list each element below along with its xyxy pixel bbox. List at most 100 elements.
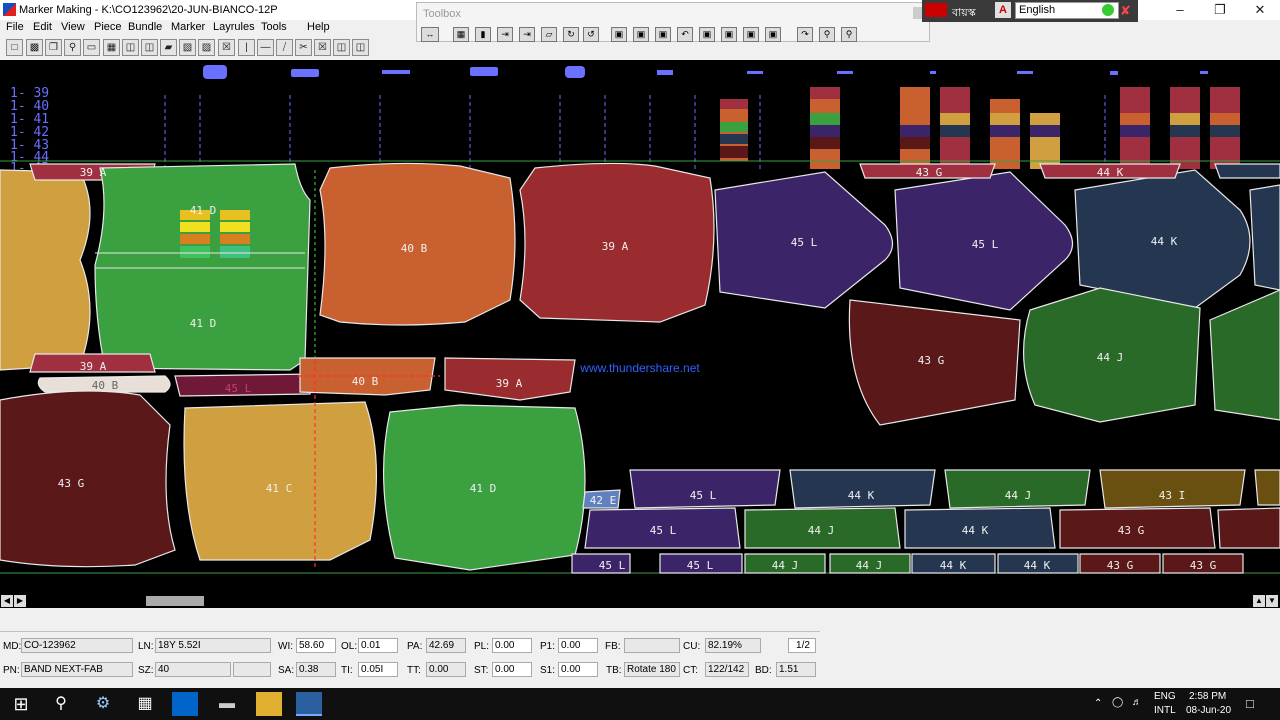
scroll-up-icon[interactable]: ▲ xyxy=(1253,595,1265,607)
lang-indicator[interactable]: ENG xyxy=(1154,691,1176,702)
ct-field[interactable]: 122/142 xyxy=(705,662,749,677)
maximize-button[interactable]: ❐ xyxy=(1200,0,1240,20)
delete-box-icon[interactable]: ☒ xyxy=(314,39,331,56)
clock-date[interactable]: 08-Jun-20 xyxy=(1186,705,1231,716)
st-field[interactable]: 0.00 xyxy=(492,662,532,677)
open-folder-icon[interactable]: ◫ xyxy=(141,39,158,56)
minimize-button[interactable]: – xyxy=(1160,0,1200,20)
s1-field[interactable]: 0.00 xyxy=(558,662,598,677)
ol-field[interactable]: 0.01 xyxy=(358,638,398,653)
p1-field[interactable]: 0.00 xyxy=(558,638,598,653)
tool-icon[interactable]: ▦ xyxy=(453,27,469,42)
piece-label: 43 I xyxy=(1159,489,1186,502)
menu-help[interactable]: Help xyxy=(307,21,330,33)
toolbox-panel[interactable]: Toolbox ↔ ▦ ▮ ⇥ ⇥ ▱ ↻ ↺ ▣ ▣ ▣ ↶ ▣ ▣ ▣ ▣ … xyxy=(416,2,930,42)
menu-view[interactable]: View xyxy=(61,21,85,33)
rectangle-icon[interactable]: ▭ xyxy=(83,39,100,56)
save-icon[interactable]: ▩ xyxy=(26,39,43,56)
pin-icon[interactable]: ⚲ xyxy=(819,27,835,42)
pl-field[interactable]: 0.00 xyxy=(492,638,532,653)
vertical-line-icon[interactable]: | xyxy=(238,39,255,56)
tool-icon[interactable]: ↶ xyxy=(677,27,693,42)
cu-field[interactable]: 82.19% xyxy=(705,638,761,653)
horizontal-line-icon[interactable]: — xyxy=(257,39,274,56)
search-icon[interactable]: ⚲ xyxy=(48,692,74,716)
diagonal-line-icon[interactable]: ⧸ xyxy=(276,39,293,56)
tool-icon[interactable]: ▣ xyxy=(699,27,715,42)
scissors-icon[interactable]: ✂ xyxy=(295,39,312,56)
new-file-icon[interactable]: □ xyxy=(6,39,23,56)
tool-icon[interactable]: ⇥ xyxy=(497,27,513,42)
outlook-icon[interactable] xyxy=(172,692,198,716)
tt-field[interactable]: 0.00 xyxy=(426,662,466,677)
chevron-up-icon[interactable]: ⌃ xyxy=(1094,698,1102,709)
marker-canvas[interactable]: 1- 39 1- 40 1- 41 1- 42 1- 43 1- 44 1- 4… xyxy=(0,60,1280,594)
menu-marker[interactable]: Marker xyxy=(171,21,205,33)
ti-field[interactable]: 0.05I xyxy=(358,662,398,677)
marker-app-icon[interactable] xyxy=(296,692,322,716)
wi-field[interactable]: 58.60 xyxy=(296,638,336,653)
tool-icon[interactable]: ↷ xyxy=(797,27,813,42)
keyboard-indicator[interactable]: INTL xyxy=(1154,705,1176,716)
pa-field[interactable]: 42.69 xyxy=(426,638,466,653)
grid-icon[interactable]: ▦ xyxy=(103,39,120,56)
tool-icon[interactable]: ▣ xyxy=(765,27,781,42)
volume-icon[interactable]: ♬ xyxy=(1132,697,1142,708)
settings-icon[interactable]: ⚙ xyxy=(90,692,116,716)
menu-bundle[interactable]: Bundle xyxy=(128,21,162,33)
cross-box-icon[interactable]: ☒ xyxy=(218,39,235,56)
notification-icon[interactable]: □ xyxy=(1246,696,1254,711)
move-icon[interactable]: ↔ xyxy=(421,27,439,42)
fb-field[interactable] xyxy=(624,638,680,653)
tb-field[interactable]: Rotate 180 xyxy=(624,662,680,677)
windows-start-icon[interactable]: ⊞ xyxy=(8,692,34,716)
tool-icon[interactable]: ▣ xyxy=(611,27,627,42)
copy-icon[interactable]: ❐ xyxy=(45,39,62,56)
menu-layrules[interactable]: Layrules xyxy=(213,21,255,33)
close-button[interactable]: ✕ xyxy=(1240,0,1280,20)
clock-time[interactable]: 2:58 PM xyxy=(1189,691,1226,702)
file-explorer-icon[interactable] xyxy=(256,692,282,716)
bangla-flag-icon[interactable] xyxy=(925,3,947,17)
tool-icon[interactable]: ▣ xyxy=(655,27,671,42)
cut-grid-icon[interactable]: ▨ xyxy=(198,39,215,56)
md-field[interactable]: CO-123962 xyxy=(21,638,133,653)
tool-icon[interactable]: ▣ xyxy=(633,27,649,42)
drive-icon[interactable]: ▬ xyxy=(214,692,240,716)
menu-tools[interactable]: Tools xyxy=(261,21,287,33)
tool-icon[interactable]: ▱ xyxy=(541,27,557,42)
bd-field[interactable]: 1.51 xyxy=(776,662,816,677)
menu-file[interactable]: File xyxy=(6,21,24,33)
pin-icon[interactable]: ⚲ xyxy=(841,27,857,42)
zoom-icon[interactable]: ⚲ xyxy=(64,39,81,56)
stack-tool-icon[interactable]: ◫ xyxy=(352,39,369,56)
menu-edit[interactable]: Edit xyxy=(33,21,52,33)
scroll-down-icon[interactable]: ▼ xyxy=(1266,595,1278,607)
sa-field[interactable]: 0.38 xyxy=(296,662,336,677)
tool-icon[interactable]: ↻ xyxy=(563,27,579,42)
pieces-icon[interactable]: ▰ xyxy=(160,39,177,56)
ln-field[interactable]: 18Y 5.52I xyxy=(155,638,271,653)
rotate-180-icon[interactable]: ↺ xyxy=(583,27,599,42)
scroll-left-icon[interactable]: ◀ xyxy=(1,595,13,607)
close-icon[interactable]: ✘ xyxy=(1120,3,1131,19)
folder-icon[interactable]: ◫ xyxy=(122,39,139,56)
menu-piece[interactable]: Piece xyxy=(94,21,122,33)
tool-icon[interactable]: ▣ xyxy=(743,27,759,42)
page-indicator[interactable]: 1/2 xyxy=(788,638,816,653)
tool-icon[interactable]: ⇥ xyxy=(519,27,535,42)
font-icon[interactable]: A xyxy=(995,2,1011,18)
sz-field[interactable]: 40 xyxy=(155,662,231,677)
tool-icon[interactable]: ▮ xyxy=(475,27,491,42)
stack-icon[interactable]: ◫ xyxy=(333,39,350,56)
calculator-icon[interactable]: ▦ xyxy=(132,692,158,716)
network-icon[interactable]: ◯ xyxy=(1112,697,1123,708)
layers-icon[interactable]: ▧ xyxy=(179,39,196,56)
scroll-right-icon[interactable]: ▶ xyxy=(14,595,26,607)
globe-icon[interactable] xyxy=(1102,4,1114,16)
pn-field[interactable]: BAND NEXT-FAB xyxy=(21,662,133,677)
tool-icon[interactable]: ▣ xyxy=(721,27,737,42)
sz-extra-field[interactable] xyxy=(233,662,271,677)
horizontal-scrollbar[interactable]: ◀ ▶ ▲ ▼ xyxy=(0,594,1280,608)
scroll-thumb[interactable] xyxy=(146,596,204,606)
